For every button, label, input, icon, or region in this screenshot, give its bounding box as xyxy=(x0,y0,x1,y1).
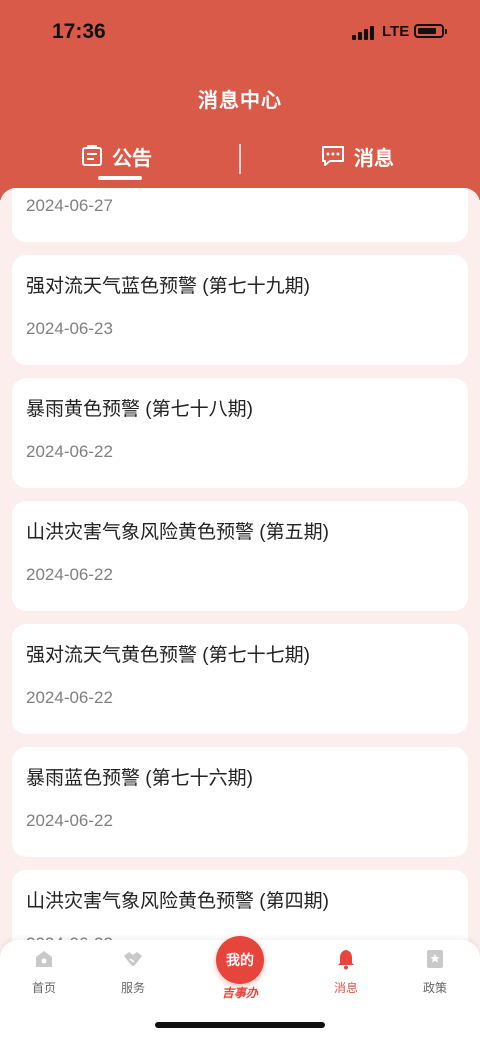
announcement-list[interactable]: 2024-06-27 强对流天气蓝色预警 (第七十九期) 2024-06-23 … xyxy=(0,188,480,950)
message-icon xyxy=(322,146,344,166)
list-item[interactable]: 暴雨蓝色预警 (第七十六期) 2024-06-22 xyxy=(12,747,468,857)
item-title: 山洪灾害气象风险黄色预警 (第五期) xyxy=(26,522,329,543)
announcement-icon xyxy=(82,145,102,166)
home-indicator xyxy=(155,1022,325,1028)
mine-button[interactable]: 我的 xyxy=(216,936,264,984)
item-date: 2024-06-23 xyxy=(26,319,113,338)
header: 17:36 LTE 消息中心 公告 消息 xyxy=(0,0,480,200)
item-date: 2024-06-22 xyxy=(26,442,113,461)
tabbar-label: 首页 xyxy=(31,981,56,995)
network-label: LTE xyxy=(382,23,410,40)
item-title: 强对流天气蓝色预警 (第七十九期) xyxy=(26,276,310,297)
home-icon xyxy=(36,951,52,967)
tabbar-item-policy[interactable]: 政策 xyxy=(395,948,475,996)
list-item[interactable]: 强对流天气蓝色预警 (第七十九期) 2024-06-23 xyxy=(12,255,468,365)
page-title: 消息中心 xyxy=(198,90,282,112)
bell-icon xyxy=(338,950,354,970)
list-item[interactable]: 强对流天气黄色预警 (第七十七期) 2024-06-22 xyxy=(12,624,468,734)
tab-label: 消息 xyxy=(354,147,394,170)
battery-icon xyxy=(414,24,447,38)
item-title: 强对流天气黄色预警 (第七十七期) xyxy=(26,645,310,666)
signal-icon xyxy=(352,26,376,40)
list-item[interactable]: 山洪灾害气象风险黄色预警 (第五期) 2024-06-22 xyxy=(12,501,468,611)
list-item[interactable]: 暴雨黄色预警 (第七十八期) 2024-06-22 xyxy=(12,378,468,488)
item-date: 2024-06-27 xyxy=(26,196,113,215)
status-bar: 17:36 LTE xyxy=(0,0,480,64)
status-time: 17:36 xyxy=(52,20,106,43)
tab-label: 公告 xyxy=(112,147,152,170)
tabbar-item-service[interactable]: 服务 xyxy=(93,948,173,996)
brand-label: 吉事办 xyxy=(221,986,258,1000)
tabbar-label: 消息 xyxy=(333,981,358,995)
tabbar-item-messages[interactable]: 消息 xyxy=(306,948,386,996)
tabbar-label: 政策 xyxy=(422,981,447,995)
handshake-icon xyxy=(124,952,142,966)
tab-announcement[interactable]: 公告 xyxy=(80,140,152,172)
item-title: 山洪灾害气象风险黄色预警 (第四期) xyxy=(26,891,329,912)
tab-divider xyxy=(239,144,241,174)
item-title: 暴雨蓝色预警 (第七十六期) xyxy=(26,768,253,789)
item-date: 2024-06-22 xyxy=(26,565,113,584)
item-date: 2024-06-22 xyxy=(26,688,113,707)
tab-messages[interactable]: 消息 xyxy=(320,140,394,172)
tabbar-label: 服务 xyxy=(120,981,145,995)
tabbar-item-home[interactable]: 首页 xyxy=(4,948,84,996)
list-item[interactable]: 2024-06-27 xyxy=(12,188,468,242)
policy-icon xyxy=(427,950,443,968)
item-date: 2024-06-22 xyxy=(26,811,113,830)
item-title: 暴雨黄色预警 (第七十八期) xyxy=(26,399,253,420)
active-tab-indicator xyxy=(98,176,142,180)
